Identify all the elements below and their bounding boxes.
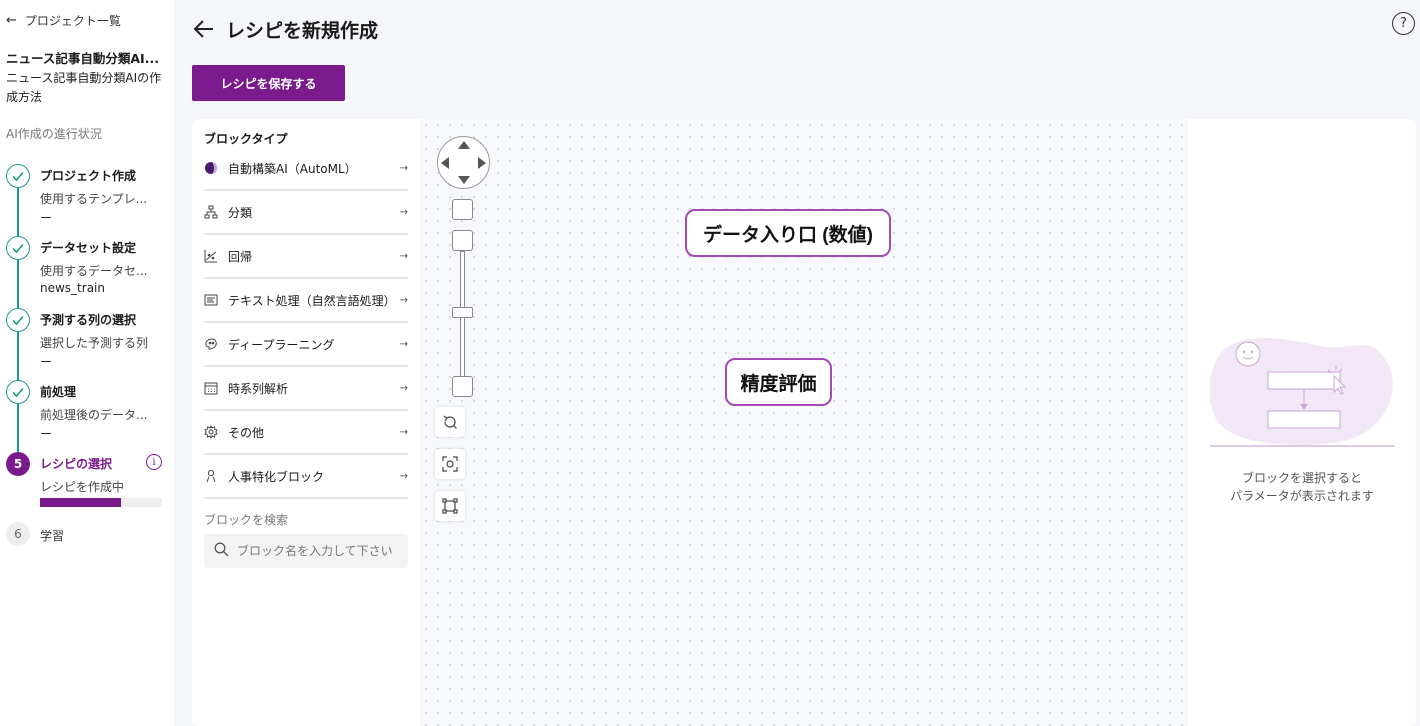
step-4-check-icon [6,380,30,404]
step-3-check-icon [6,308,30,332]
pan-left-icon[interactable] [441,157,449,169]
step-4-value: ー [40,427,53,441]
step-3-value: ー [40,355,53,369]
params-empty-line2: パラメータが表示されます [1230,489,1374,503]
reset-view-icon[interactable] [435,407,465,437]
zoom-in-button[interactable] [452,230,473,251]
zoom-reset-button[interactable] [452,199,473,220]
project-name: ニュース記事自動分類AI... [6,51,159,66]
zoom-slider-handle[interactable] [452,307,473,318]
arrow-left-icon: ← [6,13,17,28]
step-1-check-icon [6,164,30,188]
block-type-label: その他 [228,425,265,440]
pan-down-icon[interactable] [458,176,470,184]
step-2-subtitle: 使用するデータセ... [40,264,148,278]
arrow-right-icon: → [399,470,408,482]
recipe-canvas[interactable]: データ入り口 (数値) 精度評価 [420,119,1188,726]
block-type-text-processing[interactable]: テキスト処理（自然言語処理） → [204,279,408,323]
automl-icon [204,161,228,175]
arrow-right-icon: → [399,162,408,174]
arrow-right-icon: → [399,250,408,262]
page-back-arrow-icon[interactable] [192,17,216,45]
pan-control[interactable] [437,136,490,189]
step-connector [17,332,19,380]
step-connector [17,404,19,452]
page-title: レシピを新規作成 [226,20,379,42]
step-6-number: 6 [6,522,30,546]
info-icon[interactable]: i [146,454,162,470]
person-icon [204,469,228,483]
step-connector [17,188,19,236]
deep-learning-icon [204,337,228,351]
block-type-hr[interactable]: 人事特化ブロック → [204,455,408,499]
pan-up-icon[interactable] [458,141,470,149]
step-4-subtitle: 前処理後のデータ... [40,408,148,422]
fit-view-icon[interactable] [435,491,465,521]
help-icon[interactable]: ? [1392,12,1415,35]
step-6-title: 学習 [40,529,65,543]
sidebar: ← プロジェクト一覧 ニュース記事自動分類AI... ニュース記事自動分類AIの… [0,0,174,726]
arrow-right-icon: → [399,294,408,306]
block-type-deep-learning[interactable]: ディープラーニング → [204,323,408,367]
step-3-title[interactable]: 予測する列の選択 [40,311,136,328]
parameters-panel: ブロックを選択すると パラメータが表示されます [1188,119,1416,726]
pan-right-icon[interactable] [478,157,486,169]
step-2-check-icon [6,236,30,260]
arrow-right-icon: → [399,338,408,350]
block-type-panel: ブロックタイプ 自動構築AI（AutoML） → 分類 → 回帰 → テキスト処… [192,119,420,726]
search-icon [214,542,229,561]
block-type-label: 回帰 [228,249,253,264]
step-5-title[interactable]: レシピの選択 [40,455,112,472]
block-type-other[interactable]: その他 → [204,411,408,455]
node-accuracy-eval[interactable]: 精度評価 [725,358,832,406]
block-type-label: テキスト処理（自然言語処理） [228,293,396,308]
block-type-label: 自動構築AI（AutoML） [228,161,357,176]
gear-icon [204,425,228,439]
back-to-projects-link[interactable]: ← プロジェクト一覧 [6,12,121,29]
step-connector [17,260,19,308]
step-4-title[interactable]: 前処理 [40,383,76,400]
zoom-out-button[interactable] [452,376,473,397]
block-type-time-series[interactable]: 時系列解析 → [204,367,408,411]
block-type-label: 分類 [228,205,253,220]
block-type-title: ブロックタイプ [204,132,288,146]
empty-state-illustration [1210,338,1395,447]
block-type-label: 人事特化ブロック [228,469,325,484]
params-empty-line1: ブロックを選択すると [1241,471,1362,485]
step-2-value: news_train [40,281,105,295]
block-type-label: 時系列解析 [228,381,289,396]
save-recipe-button[interactable]: レシピを保存する [192,65,345,101]
node-data-input[interactable]: データ入り口 (数値) [685,209,891,257]
step-1-title[interactable]: プロジェクト作成 [40,167,136,184]
block-search-input[interactable] [237,544,402,558]
progress-bar-fill [40,498,121,507]
project-description: ニュース記事自動分類AIの作成方法 [6,71,162,104]
recipe-progress-bar [40,498,162,507]
block-search-box[interactable] [204,534,408,568]
params-empty-message: ブロックを選択すると パラメータが表示されます [1188,469,1416,505]
step-5-subtitle: レシピを作成中 [40,480,125,494]
regression-icon [204,249,228,263]
progress-title: AI作成の進行状況 [6,127,102,141]
text-processing-icon [204,293,228,307]
block-type-automl[interactable]: 自動構築AI（AutoML） → [204,147,408,191]
block-search-label: ブロックを検索 [204,513,289,527]
step-1-subtitle: 使用するテンプレ... [40,192,148,206]
step-1-value: ー [40,211,53,225]
block-type-label: ディープラーニング [228,337,335,352]
classification-icon [204,205,228,219]
step-2-title[interactable]: データセット設定 [40,239,136,256]
step-3-subtitle: 選択した予測する列 [40,336,149,350]
focus-icon[interactable] [435,449,465,479]
block-type-classification[interactable]: 分類 → [204,191,408,235]
time-series-icon [204,381,228,395]
back-link-label: プロジェクト一覧 [24,14,121,28]
arrow-right-icon: → [399,382,408,394]
block-type-regression[interactable]: 回帰 → [204,235,408,279]
arrow-right-icon: → [399,206,408,218]
arrow-right-icon: → [399,426,408,438]
step-5-number: 5 [6,452,30,476]
